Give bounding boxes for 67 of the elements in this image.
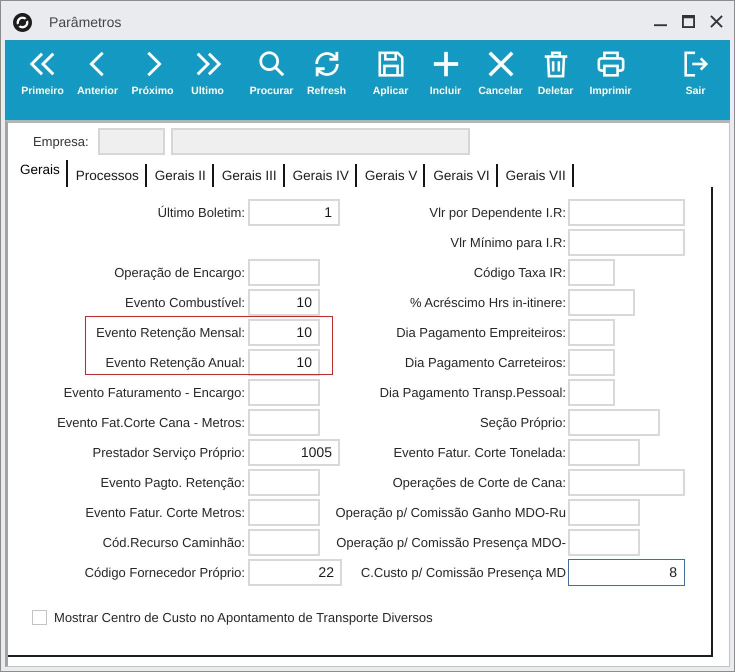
tab[interactable]: Gerais VI [425,164,498,187]
input-field[interactable]: 10 [248,348,320,376]
close-icon[interactable] [710,15,723,28]
input-field[interactable]: 22 [248,558,342,586]
input-field[interactable]: 10 [248,288,320,316]
field-label: Prestador Serviço Próprio: [92,444,245,460]
field-label: Dia Pagamento Transp.Pessoal: [380,384,566,400]
field-label: Evento Faturamento - Encargo: [64,384,245,400]
tab[interactable]: Gerais VII [498,164,574,187]
input-field[interactable] [248,378,320,406]
checkbox-label: Mostrar Centro de Custo no Apontamento de Transporte Diversos [54,610,433,624]
field-label: Evento Combustível: [125,294,245,310]
input-field[interactable] [248,258,320,286]
input-field[interactable] [568,318,615,346]
search-icon [256,49,286,79]
input-field[interactable]: 1 [248,198,340,226]
printer-icon [596,49,626,79]
field-label: Evento Fatur. Corte Tonelada: [394,444,566,460]
field-label: Código Fornecedor Próprio: [84,564,245,580]
field-label: Seção Próprio: [480,414,566,430]
field-label: Vlr Mínimo para I.R: [450,234,566,250]
field-label: Dia Pagamento Empreiteiros: [396,324,566,340]
input-field[interactable] [568,498,640,526]
field-label: Último Boletim: [158,204,245,220]
field-label: Cód.Recurso Caminhão: [102,534,245,550]
input-field[interactable] [248,408,320,436]
field-label: % Acréscimo Hrs in-itinere: [410,294,566,310]
input-field[interactable] [568,408,660,436]
input-field[interactable] [568,198,685,226]
tab[interactable]: Gerais IV [284,164,357,187]
field-label: Operação p/ Comissão Ganho MDO-Ru [336,504,566,520]
input-field[interactable] [248,468,320,496]
input-field[interactable] [568,258,615,286]
input-field[interactable] [248,498,320,526]
field-label: Evento Fat.Corte Cana - Metros: [57,414,245,430]
field-label: Operação de Encargo: [114,264,245,280]
cross-icon [486,49,516,79]
input-field[interactable] [568,378,615,406]
field-label: Dia Pagamento Carreteiros: [404,354,566,370]
input-field[interactable] [568,528,640,556]
window-title: Parâmetros [49,14,122,30]
field-label: Evento Pagto. Retenção: [100,474,245,490]
input-field[interactable] [568,438,640,466]
tab[interactable]: Gerais V [356,164,426,187]
field-label: Evento Retenção Anual: [106,354,245,370]
input-field[interactable] [568,288,635,316]
field-label: Operação p/ Comissão Presença MDO- [336,534,566,550]
input-field[interactable] [248,528,320,556]
field-label: Evento Retenção Mensal: [96,324,245,340]
field-label: Evento Fatur. Corte Metros: [85,504,245,520]
field-label: C.Custo p/ Comissão Presença MD [360,564,566,580]
input-field[interactable]: 1005 [248,438,340,466]
tab[interactable]: Gerais III [214,164,285,187]
input-field[interactable]: 10 [248,318,320,346]
input-field[interactable] [568,348,615,376]
checkbox[interactable] [32,610,47,624]
field-label: Empresa: [33,134,89,149]
maximize-icon[interactable] [682,15,695,28]
field-label: Código Taxa IR: [474,264,566,280]
field-label: Vlr por Dependente I.R: [429,204,566,220]
circle-logo-icon [13,12,32,32]
tab[interactable]: Gerais II [146,164,214,187]
input-field[interactable]: 8 [568,558,685,586]
input-field[interactable] [568,228,685,256]
input-field[interactable] [568,468,685,496]
tab[interactable]: Processos [68,164,147,187]
field-label: Operações de Corte de Cana: [392,474,566,490]
